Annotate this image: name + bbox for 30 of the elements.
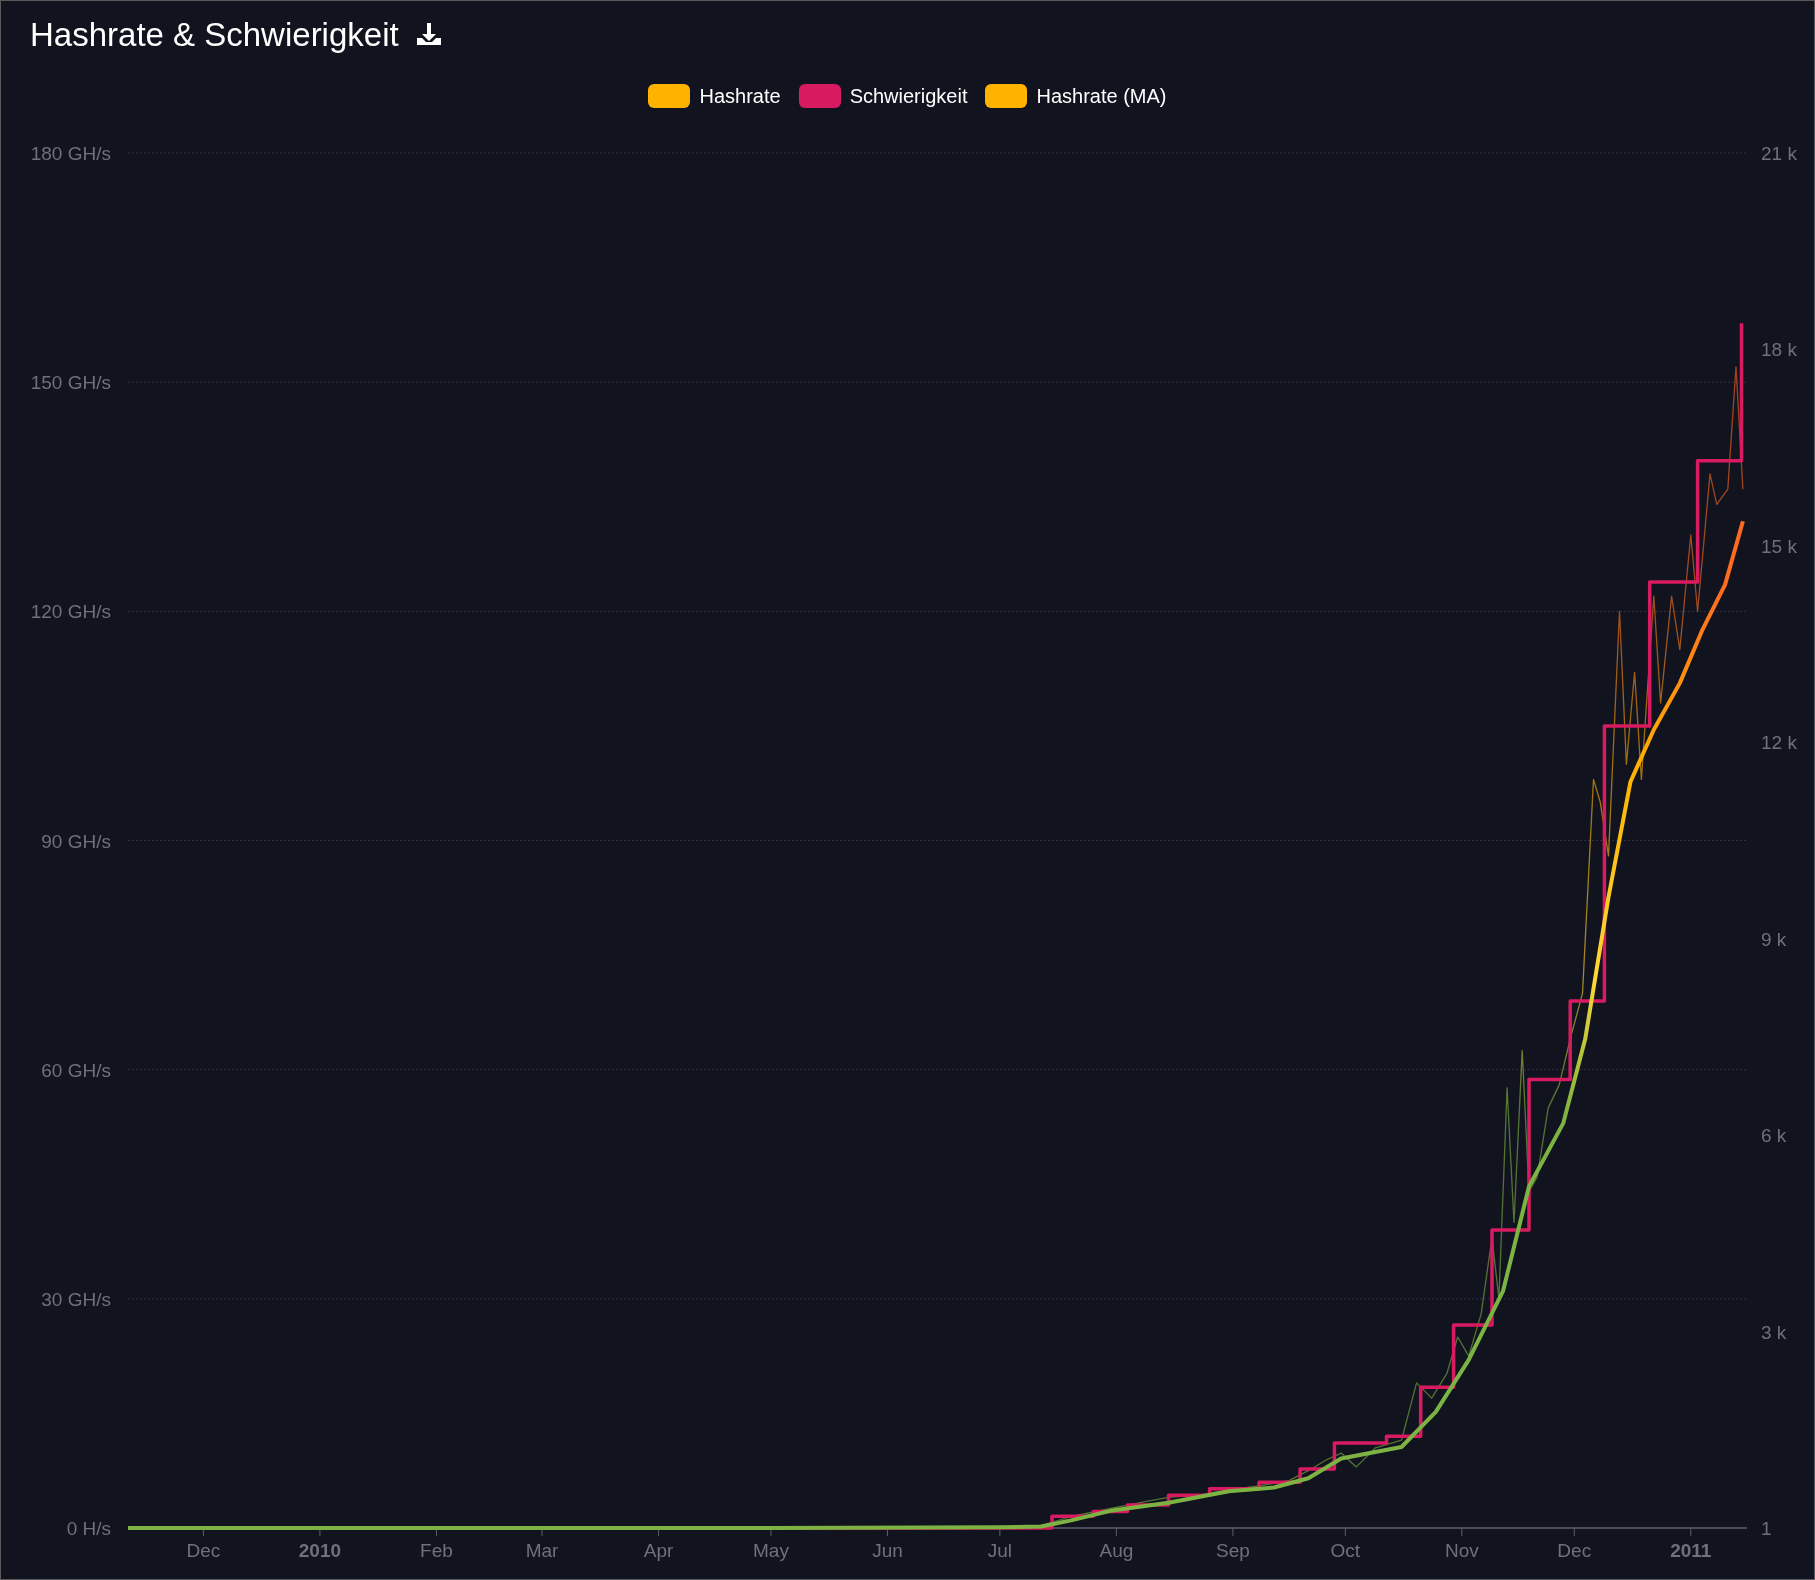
x-axis-label: Aug [1099, 1540, 1134, 1561]
y-axis-label: 180 GH/s [30, 143, 111, 164]
right-axis-label: 9 k [1761, 928, 1787, 950]
x-axis-label: Jul [987, 1540, 1012, 1561]
x-axis-label: Mar [525, 1540, 559, 1561]
y-axis-label: 90 GH/s [41, 830, 111, 852]
right-axis-label: 18 k [1761, 339, 1797, 361]
x-axis-label: Sep [1216, 1540, 1250, 1561]
y-axis-label: 120 GH/s [30, 601, 111, 623]
x-axis-label: Jun [872, 1540, 903, 1561]
right-axis-label: 12 k [1761, 732, 1797, 754]
y-axis-label: 0 H/s [66, 1518, 111, 1539]
right-axis-label: 1 [1761, 1517, 1772, 1539]
right-axis-label: 15 k [1761, 535, 1797, 557]
x-axis-label: Oct [1330, 1540, 1361, 1561]
y-axis-label: 60 GH/s [41, 1059, 111, 1081]
x-axis-label: 2011 [1670, 1540, 1712, 1561]
x-axis-label: Feb [420, 1540, 453, 1561]
right-axis-label: 21 k [1761, 143, 1797, 164]
y-axis-label: 150 GH/s [30, 372, 111, 394]
x-axis-label: 2010 [298, 1540, 342, 1561]
right-axis-label: 6 k [1761, 1125, 1787, 1147]
chart-title: Hashrate & Schwierigkeit [30, 17, 399, 51]
x-axis-label: May [753, 1540, 789, 1561]
x-axis-label: Dec [186, 1540, 221, 1561]
right-axis-label: 3 k [1761, 1321, 1787, 1343]
x-axis-label: Nov [1444, 1540, 1479, 1561]
y-axis-label: 30 GH/s [41, 1288, 111, 1310]
x-axis-label: Dec [1557, 1540, 1592, 1561]
x-axis-label: Apr [643, 1540, 674, 1561]
